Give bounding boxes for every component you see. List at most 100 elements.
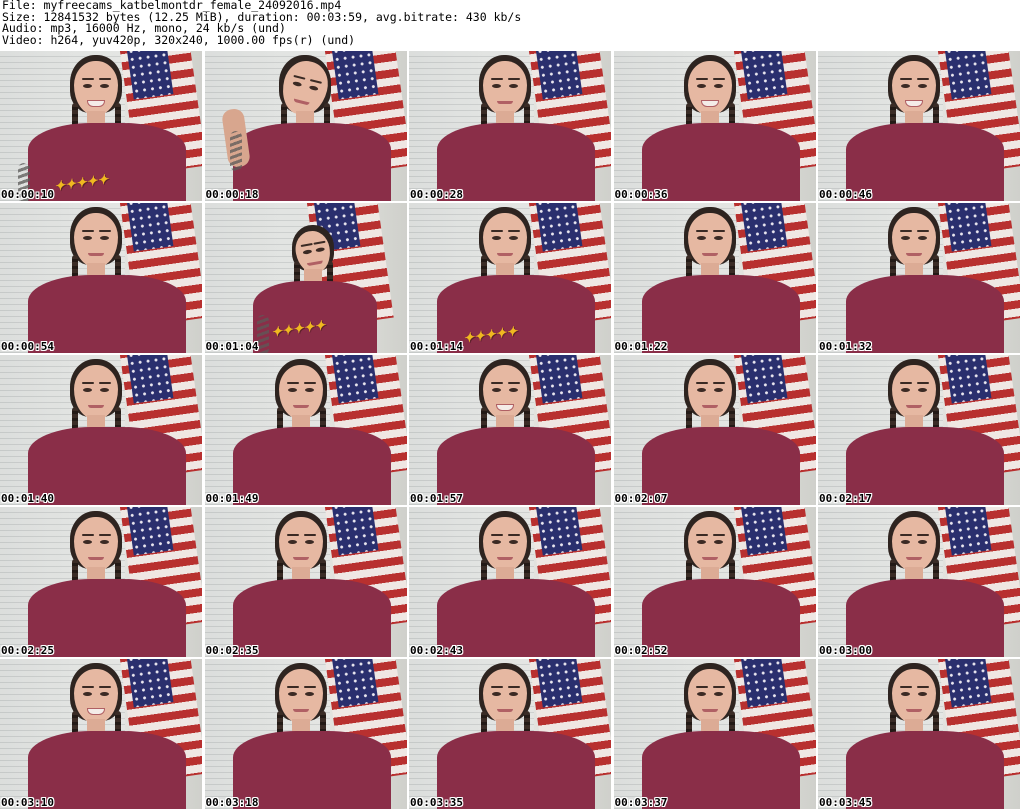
american-flag-stars — [535, 659, 583, 708]
thumbnail-frame: 00:03:37 — [613, 659, 816, 809]
right-eye — [304, 388, 314, 392]
right-eyebrow — [917, 78, 929, 80]
timestamp-label: 00:03:00 — [819, 644, 872, 657]
thumbnail-frame: 00:01:57 — [409, 355, 611, 505]
right-eye — [918, 84, 927, 88]
face — [687, 213, 732, 267]
left-eyebrow — [82, 686, 94, 688]
american-flag-stars — [740, 659, 787, 708]
right-eyebrow — [917, 230, 929, 232]
left-eyebrow — [300, 242, 313, 248]
right-eyebrow — [712, 230, 725, 232]
right-eyebrow — [99, 230, 111, 232]
video-still — [0, 507, 202, 657]
timestamp-label: 00:00:54 — [1, 340, 54, 353]
right-eye — [918, 692, 927, 696]
left-eye — [287, 692, 297, 696]
mouth — [701, 253, 718, 256]
left-eye — [696, 236, 706, 240]
right-eye — [509, 388, 518, 392]
thumbnail-frame: ✦✦✦✦✦ 00:00:10 — [0, 51, 202, 201]
left-eyebrow — [286, 534, 299, 536]
right-eyebrow — [508, 686, 520, 688]
american-flag-stars — [535, 507, 583, 556]
left-eyebrow — [900, 686, 912, 688]
right-eye — [304, 540, 314, 544]
right-eyebrow — [99, 534, 111, 536]
video-still — [0, 203, 202, 353]
right-eye — [100, 84, 109, 88]
left-eye — [492, 84, 501, 88]
mouth — [701, 405, 718, 408]
left-eye — [901, 388, 910, 392]
right-eyebrow — [508, 230, 520, 232]
video-still — [818, 507, 1020, 657]
right-eyebrow — [917, 382, 929, 384]
left-eye — [291, 80, 302, 88]
american-flag-stars — [740, 355, 787, 404]
american-flag-stars — [331, 355, 378, 404]
face — [687, 669, 732, 723]
mouth — [88, 709, 104, 714]
face — [483, 213, 527, 267]
video-still — [818, 203, 1020, 353]
american-flag-stars — [126, 355, 174, 404]
face — [892, 517, 936, 571]
mouth — [88, 101, 104, 106]
american-flag-stars — [740, 507, 787, 556]
american-flag-stars — [740, 203, 787, 252]
mouth — [701, 101, 718, 106]
left-eye — [83, 388, 92, 392]
right-eye — [918, 236, 927, 240]
left-eyebrow — [491, 78, 503, 80]
video-still — [0, 355, 202, 505]
thumbnail-frame: 00:02:43 — [409, 507, 611, 657]
thumbnail-frame: 00:03:00 — [818, 507, 1020, 657]
mouth — [906, 557, 922, 560]
left-eye — [492, 540, 501, 544]
left-eyebrow — [900, 230, 912, 232]
left-eye — [83, 84, 92, 88]
american-flag-stars — [535, 51, 583, 100]
timestamp-label: 00:02:17 — [819, 492, 872, 505]
right-eyebrow — [312, 240, 326, 245]
face — [483, 61, 527, 115]
right-eye — [713, 540, 723, 544]
video-info-line: Video: h264, yuv420p, 320x240, 1000.00 f… — [2, 32, 356, 47]
timestamp-label: 00:03:35 — [410, 796, 463, 809]
video-still — [818, 51, 1020, 201]
right-eyebrow — [303, 686, 316, 688]
left-eye — [302, 249, 312, 255]
timestamp-label: 00:01:14 — [410, 340, 463, 353]
mouth — [701, 557, 718, 560]
timestamp-label: 00:02:52 — [614, 644, 668, 657]
right-eye — [509, 540, 518, 544]
left-eyebrow — [695, 534, 708, 536]
face — [892, 365, 936, 419]
right-eyebrow — [303, 534, 316, 536]
thumbnail-frame: 00:03:18 — [204, 659, 407, 809]
left-eye — [287, 388, 297, 392]
mouth — [906, 405, 922, 408]
mouth — [906, 709, 922, 712]
right-eyebrow — [917, 534, 929, 536]
left-eyebrow — [695, 382, 708, 384]
thumbnail-frame: 00:03:10 — [0, 659, 202, 809]
right-eye — [713, 692, 723, 696]
thumbnail-frame: 00:00:28 — [409, 51, 611, 201]
video-still: ✦✦✦✦✦ — [409, 203, 611, 353]
file-info-header: File: myfreecams_katbelmontdr_female_240… — [2, 0, 1022, 50]
right-eyebrow — [508, 382, 520, 384]
american-flag-stars — [126, 659, 174, 708]
timestamp-label: 00:01:32 — [819, 340, 872, 353]
right-eye — [713, 388, 723, 392]
left-eyebrow — [82, 78, 94, 80]
left-eye — [492, 236, 501, 240]
video-still — [204, 659, 407, 809]
thumbnail-frame: 00:02:25 — [0, 507, 202, 657]
timestamp-label: 00:01:57 — [410, 492, 463, 505]
video-still — [613, 507, 816, 657]
face — [687, 517, 732, 571]
right-eye — [713, 236, 723, 240]
right-eyebrow — [309, 79, 322, 84]
